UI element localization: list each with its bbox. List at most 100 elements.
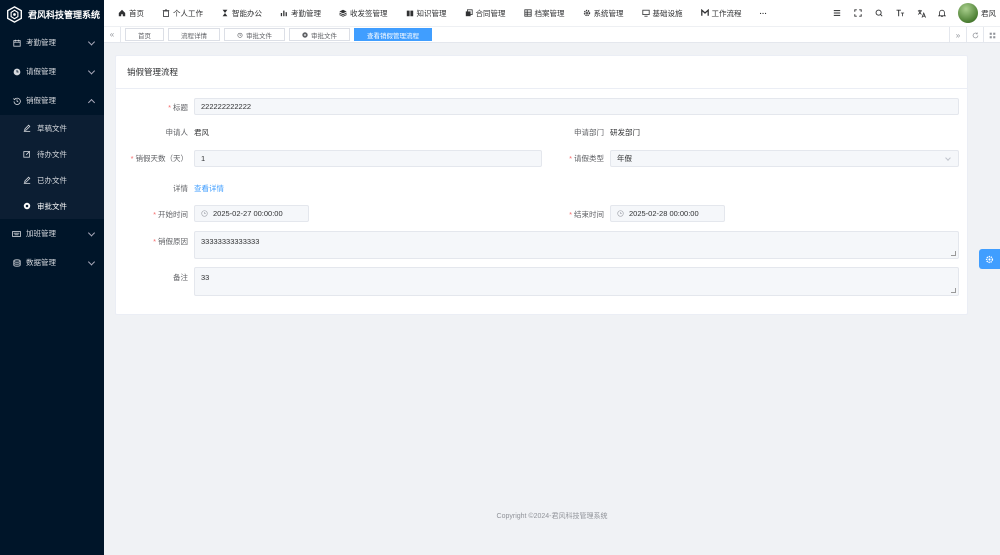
home-icon [118, 9, 126, 17]
end-time-field[interactable]: 2025-02-28 00:00:00 [610, 205, 725, 222]
days-field[interactable]: 1 [194, 150, 542, 167]
sidebar-subitem-approval[interactable]: 审批文件 [0, 193, 104, 219]
title-field-value: 222222222222 [201, 102, 252, 111]
book-icon [406, 9, 414, 17]
title-field[interactable]: 222222222222 [194, 98, 959, 115]
tab-label: 流程详情 [181, 32, 207, 40]
sidebar-item-attendance[interactable]: 考勤管理 [0, 28, 104, 57]
settings-float-button[interactable] [979, 249, 1000, 269]
chevron-up-icon [87, 98, 96, 106]
chevron-down-icon [87, 37, 96, 46]
grid-icon [989, 32, 995, 38]
hourglass-icon [221, 9, 229, 17]
tabs-menu-button[interactable] [983, 27, 1000, 43]
nav-item-smart-office[interactable]: 智能办公 [221, 8, 262, 19]
sidebar-item-leave[interactable]: 请假管理 [0, 57, 104, 86]
sidebar-item-label: 请假管理 [26, 67, 56, 76]
database-icon [12, 258, 21, 267]
start-time-field[interactable]: 2025-02-27 00:00:00 [194, 205, 309, 222]
tab-home[interactable]: 首页 [125, 28, 164, 41]
required-mark: * [569, 154, 572, 163]
tab-process-detail[interactable]: 流程详情 [168, 28, 220, 41]
tab-view-cancel-leave[interactable]: 查看销假管理流程 [354, 28, 432, 41]
nav-item-system[interactable]: 系统管理 [583, 8, 624, 19]
sidebar-subitem-label: 审批文件 [37, 201, 67, 211]
sidebar-item-overtime[interactable]: 加班管理 [0, 219, 104, 248]
nav-item-knowledge[interactable]: 知识管理 [406, 8, 447, 19]
nav-item-archive[interactable]: 档案管理 [523, 8, 565, 19]
card-title: 销假管理流程 [116, 56, 967, 89]
calendar-icon [12, 38, 21, 47]
days-label: * 销假天数（天） [130, 154, 188, 163]
dept-value: 研发部门 [610, 128, 640, 137]
leave-type-select[interactable]: 年假 [610, 150, 959, 167]
nav-item-contract[interactable]: 合同管理 [465, 8, 506, 19]
layers-icon [339, 9, 347, 17]
trash-icon [162, 9, 170, 17]
sidebar-item-label: 考勤管理 [26, 38, 56, 47]
title-label: * 标题 [168, 103, 188, 112]
nav-item-attendance[interactable]: 考勤管理 [280, 8, 321, 19]
footer-copyright: Copyright ©2024-君风科技管理系统 [496, 513, 608, 520]
clock-icon [12, 67, 21, 76]
top-nav: 首页 个人工作 智能办公 考勤管理 收发签管理 知识管理 合同管理 档案管理 系… [104, 0, 785, 26]
grid-icon [523, 9, 532, 17]
reason-label: * 销假原因 [153, 237, 188, 246]
sidebar-item-label: 加班管理 [26, 229, 56, 238]
sidebar-submenu: 草稿文件 待办文件 已办文件 审批文件 [0, 115, 104, 219]
sidebar-item-label: 销假管理 [26, 96, 56, 105]
keyboard-icon [12, 229, 21, 238]
resize-handle-icon[interactable] [951, 251, 956, 256]
sidebar-subitem-label: 待办文件 [37, 149, 67, 159]
tabs-scroll-left-button[interactable]: « [104, 26, 121, 43]
refresh-button[interactable] [966, 27, 983, 43]
nav-item-dispatch[interactable]: 收发签管理 [339, 8, 388, 19]
bell-icon[interactable] [937, 8, 947, 18]
process-card: 销假管理流程 * 标题 222222222222 申请人 君风 申请部门 研发部门… [115, 55, 968, 315]
sidebar-subitem-done[interactable]: 已办文件 [0, 167, 104, 193]
tab-approval-files-1[interactable]: 审批文件 [224, 28, 285, 41]
circle-icon [302, 31, 308, 38]
nav-item-personal-work[interactable]: 个人工作 [162, 8, 203, 19]
resize-handle-icon[interactable] [951, 288, 956, 293]
chevron-down-icon [945, 155, 951, 161]
gear-icon [985, 255, 994, 263]
menu-icon[interactable] [832, 8, 842, 18]
app-logo[interactable]: 君风科技管理系统 [0, 0, 104, 28]
translate-icon[interactable] [916, 8, 926, 18]
nav-item-infrastructure[interactable]: 基础设施 [641, 8, 683, 19]
sidebar-subitem-todo[interactable]: 待办文件 [0, 141, 104, 167]
header-tools: 君风 [821, 0, 1000, 26]
reason-textarea[interactable]: 33333333333333 [194, 231, 959, 259]
nav-item-label: 考勤管理 [291, 8, 321, 18]
monitor-icon [641, 9, 650, 17]
applicant-value: 君风 [194, 128, 209, 137]
top-header: 首页 个人工作 智能办公 考勤管理 收发签管理 知识管理 合同管理 档案管理 系… [104, 0, 1000, 26]
chevron-down-icon [87, 257, 96, 266]
required-mark: * [168, 103, 171, 112]
font-size-icon[interactable] [895, 8, 905, 18]
workflow-icon [700, 9, 709, 17]
stopwatch-icon [237, 32, 243, 38]
remark-textarea[interactable]: 33 [194, 267, 959, 296]
search-icon[interactable] [874, 8, 884, 18]
tab-approval-files-2[interactable]: 审批文件 [289, 28, 350, 41]
sidebar-item-label: 数据管理 [26, 258, 56, 267]
view-detail-link[interactable]: 查看详情 [194, 183, 224, 194]
nav-item-workflow[interactable]: 工作流程 [700, 8, 742, 19]
detail-label: 详情 [173, 184, 188, 193]
avatar[interactable] [958, 3, 978, 23]
fullscreen-icon[interactable] [853, 8, 863, 18]
tabs-scroll-right-button[interactable]: » [949, 27, 966, 43]
user-name[interactable]: 君风 [981, 8, 996, 19]
sidebar-subitem-label: 草稿文件 [37, 123, 67, 133]
end-time-label: * 结束时间 [569, 210, 604, 219]
nav-item-label: 工作流程 [711, 8, 742, 18]
sidebar-subitem-drafts[interactable]: 草稿文件 [0, 115, 104, 141]
nav-more-button[interactable]: ··· [760, 9, 768, 18]
applicant-label: 申请人 [165, 128, 189, 137]
double-chevron-left-icon: « [109, 30, 115, 39]
sidebar-item-cancel-leave[interactable]: 销假管理 [0, 86, 104, 115]
sidebar-item-data[interactable]: 数据管理 [0, 248, 104, 277]
nav-item-home[interactable]: 首页 [118, 8, 144, 19]
